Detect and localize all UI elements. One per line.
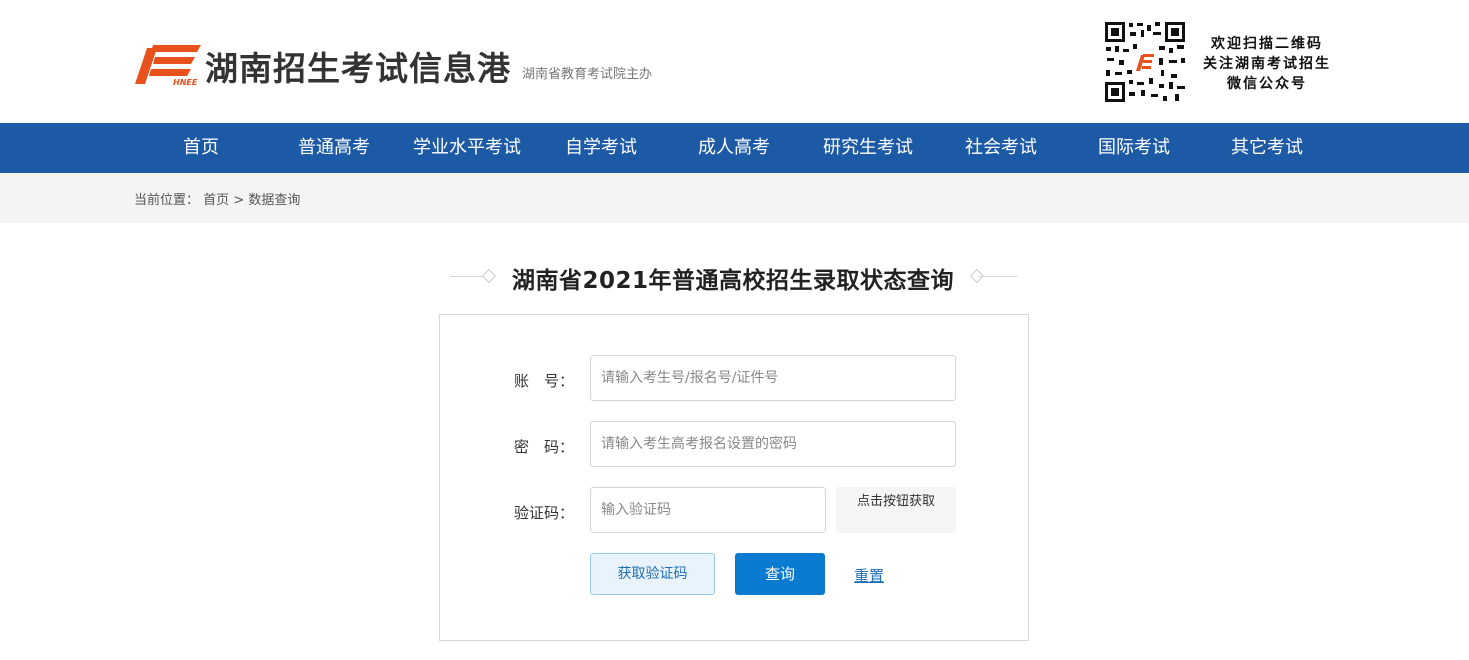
get-captcha-button[interactable]: 获取验证码 bbox=[590, 553, 715, 595]
password-label: 密 码： bbox=[514, 438, 575, 456]
captcha-image-placeholder[interactable]: 点击按钮获取 bbox=[836, 487, 956, 533]
breadcrumb: 当前位置： 首页 > 数据查询 bbox=[134, 189, 300, 208]
logo-small-text: HNEE bbox=[173, 78, 198, 86]
qr-caption-line: 微信公众号 bbox=[1227, 76, 1307, 92]
nav-item-qita[interactable]: 其它考试 bbox=[1221, 123, 1313, 173]
wechat-qr-code-icon bbox=[1103, 20, 1187, 104]
nav-item-gaokao[interactable]: 普通高考 bbox=[288, 123, 380, 173]
password-input[interactable] bbox=[590, 421, 956, 467]
breadcrumb-bar: 当前位置： 首页 > 数据查询 bbox=[0, 173, 1469, 223]
qr-caption: 欢迎扫描二维码 关注湖南考试招生 微信公众号 bbox=[1192, 34, 1342, 94]
nav-item-xueye[interactable]: 学业水平考试 bbox=[407, 123, 527, 173]
title-decoration-diamond-icon bbox=[481, 268, 497, 284]
query-form: 账 号： 密 码： 验证码： 点击按钮获取 获取验证码 查询 重置 bbox=[439, 314, 1029, 641]
captcha-label: 验证码： bbox=[514, 504, 575, 522]
site-title: 湖南招生考试信息港 bbox=[205, 49, 511, 88]
title-row: 湖南省2021年普通高校招生录取状态查询 bbox=[0, 258, 1469, 298]
title-decoration-line bbox=[978, 276, 1018, 277]
qr-caption-line: 关注湖南考试招生 bbox=[1203, 56, 1331, 72]
breadcrumb-home-link[interactable]: 首页 bbox=[203, 193, 229, 208]
page-title: 湖南省2021年普通高校招生录取状态查询 bbox=[512, 268, 955, 294]
nav-item-shehui[interactable]: 社会考试 bbox=[955, 123, 1047, 173]
site-header: HNEE 湖南招生考试信息港 湖南省教育考试院主办 欢迎扫描二维码 关注湖南考试… bbox=[0, 0, 1469, 123]
site-subtitle: 湖南省教育考试院主办 bbox=[522, 67, 653, 82]
nav-item-home[interactable]: 首页 bbox=[155, 123, 247, 173]
hnee-logo[interactable]: HNEE bbox=[133, 40, 203, 86]
account-input[interactable] bbox=[590, 355, 956, 401]
reset-link[interactable]: 重置 bbox=[854, 565, 884, 586]
main-nav: 首页 普通高考 学业水平考试 自学考试 成人高考 研究生考试 社会考试 国际考试… bbox=[0, 123, 1469, 173]
account-label: 账 号： bbox=[514, 372, 575, 390]
breadcrumb-prefix: 当前位置： bbox=[134, 193, 200, 208]
nav-item-yanjiusheng[interactable]: 研究生考试 bbox=[812, 123, 924, 173]
nav-item-guoji[interactable]: 国际考试 bbox=[1088, 123, 1180, 173]
captcha-input[interactable] bbox=[590, 487, 826, 533]
nav-item-zixue[interactable]: 自学考试 bbox=[555, 123, 647, 173]
query-button[interactable]: 查询 bbox=[735, 553, 825, 595]
nav-item-chengren[interactable]: 成人高考 bbox=[688, 123, 780, 173]
qr-caption-line: 欢迎扫描二维码 bbox=[1211, 36, 1323, 52]
breadcrumb-current: 数据查询 bbox=[248, 193, 301, 208]
breadcrumb-separator: > bbox=[233, 193, 245, 208]
